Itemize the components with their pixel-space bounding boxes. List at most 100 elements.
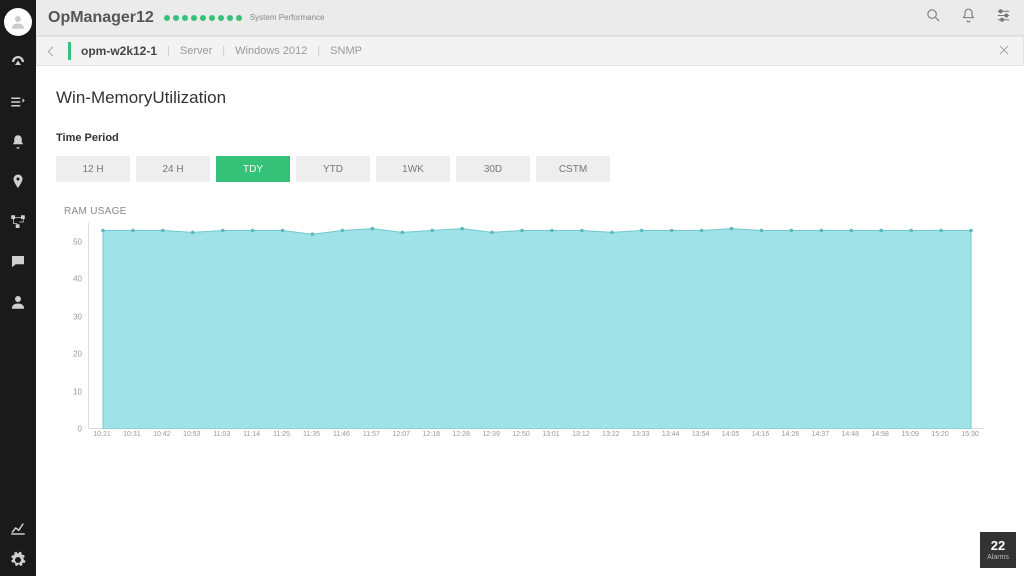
alarms-badge[interactable]: 22 Alarms bbox=[980, 532, 1016, 568]
header-subtitle: System Performance bbox=[250, 13, 325, 22]
x-tick: 11:35 bbox=[303, 431, 320, 438]
data-point bbox=[879, 229, 883, 233]
x-tick: 11:14 bbox=[243, 431, 260, 438]
page-title: Win-MemoryUtilization bbox=[56, 88, 1004, 108]
search-icon bbox=[925, 7, 942, 24]
data-point bbox=[490, 231, 494, 235]
breadcrumb-type: Server bbox=[180, 45, 212, 57]
period-btn-tdy[interactable]: TDY bbox=[216, 156, 290, 182]
top-header: OpManager12 System Performance bbox=[36, 0, 1024, 36]
period-btn-30d[interactable]: 30D bbox=[456, 156, 530, 182]
period-btn-12h[interactable]: 12 H bbox=[56, 156, 130, 182]
x-tick: 10:31 bbox=[123, 431, 141, 438]
area-chart-svg bbox=[89, 223, 985, 429]
nav-alerts[interactable] bbox=[0, 122, 36, 162]
data-point bbox=[251, 229, 255, 233]
alarms-label: Alarms bbox=[987, 554, 1009, 561]
x-tick: 10:21 bbox=[93, 431, 111, 438]
notifications-button[interactable] bbox=[960, 7, 977, 29]
x-tick: 11:57 bbox=[363, 431, 380, 438]
y-tick: 40 bbox=[73, 275, 82, 284]
data-point bbox=[430, 229, 434, 233]
x-tick: 13:22 bbox=[602, 431, 620, 438]
bell-icon bbox=[960, 7, 977, 24]
x-tick: 12:18 bbox=[422, 431, 440, 438]
nav-user[interactable] bbox=[0, 282, 36, 322]
data-point bbox=[371, 227, 375, 231]
data-point bbox=[281, 229, 285, 233]
nav-reports[interactable] bbox=[0, 512, 36, 544]
period-btn-ytd[interactable]: YTD bbox=[296, 156, 370, 182]
data-point bbox=[939, 229, 943, 233]
x-tick: 10:42 bbox=[153, 431, 171, 438]
data-point bbox=[610, 231, 614, 235]
chart-line-icon bbox=[9, 519, 27, 537]
close-icon bbox=[997, 43, 1011, 57]
user-icon bbox=[9, 293, 27, 311]
x-tick: 12:39 bbox=[482, 431, 500, 438]
data-point bbox=[969, 229, 973, 233]
x-tick: 15:30 bbox=[961, 431, 979, 438]
chat-icon bbox=[9, 253, 27, 271]
period-selector: 12 H24 HTDYYTD1WK30DCSTM bbox=[56, 156, 1004, 182]
x-tick: 13:44 bbox=[662, 431, 680, 438]
status-bar bbox=[68, 42, 71, 60]
breadcrumb: opm-w2k12-1 | Server | Windows 2012 | SN… bbox=[36, 36, 1024, 66]
nav-list[interactable] bbox=[0, 82, 36, 122]
workflow-icon bbox=[9, 213, 27, 231]
gear-icon bbox=[9, 551, 27, 569]
data-point bbox=[909, 229, 913, 233]
y-tick: 10 bbox=[73, 387, 82, 396]
period-btn-24h[interactable]: 24 H bbox=[136, 156, 210, 182]
x-tick: 12:50 bbox=[512, 431, 530, 438]
alarms-count: 22 bbox=[991, 539, 1005, 552]
x-tick: 10:53 bbox=[183, 431, 201, 438]
product-name: OpManager12 bbox=[48, 9, 154, 27]
y-tick: 30 bbox=[73, 312, 82, 321]
bell-alert-icon bbox=[9, 133, 27, 151]
data-point bbox=[460, 227, 464, 231]
data-point bbox=[849, 229, 853, 233]
x-tick: 14:48 bbox=[842, 431, 860, 438]
filter-button[interactable] bbox=[995, 7, 1012, 29]
x-tick: 14:58 bbox=[871, 431, 889, 438]
search-button[interactable] bbox=[925, 7, 942, 29]
back-button[interactable] bbox=[48, 46, 58, 56]
nav-map[interactable] bbox=[0, 162, 36, 202]
gauge-icon bbox=[9, 53, 27, 71]
nav-settings[interactable] bbox=[0, 544, 36, 576]
breadcrumb-host: opm-w2k12-1 bbox=[81, 44, 157, 58]
data-point bbox=[640, 229, 644, 233]
x-tick: 11:46 bbox=[333, 431, 350, 438]
nav-dashboard[interactable] bbox=[0, 42, 36, 82]
data-point bbox=[131, 229, 135, 233]
data-point bbox=[520, 229, 524, 233]
pin-icon bbox=[9, 173, 27, 191]
x-tick: 13:33 bbox=[632, 431, 650, 438]
x-tick: 11:03 bbox=[213, 431, 230, 438]
data-point bbox=[221, 229, 225, 233]
data-point bbox=[670, 229, 674, 233]
plot-area bbox=[88, 223, 984, 429]
avatar[interactable] bbox=[4, 8, 32, 36]
nav-chat[interactable] bbox=[0, 242, 36, 282]
x-tick: 15:09 bbox=[901, 431, 919, 438]
x-tick: 14:37 bbox=[812, 431, 830, 438]
breadcrumb-os: Windows 2012 bbox=[235, 45, 307, 57]
x-tick: 11:25 bbox=[273, 431, 290, 438]
x-tick: 14:16 bbox=[752, 431, 770, 438]
period-btn-1wk[interactable]: 1WK bbox=[376, 156, 450, 182]
left-sidebar bbox=[0, 0, 36, 576]
nav-workflow[interactable] bbox=[0, 202, 36, 242]
x-tick: 13:54 bbox=[692, 431, 710, 438]
breadcrumb-proto: SNMP bbox=[330, 45, 362, 57]
chart: 01020304050 10:2110:3110:4210:5311:0311:… bbox=[56, 223, 1016, 443]
data-point bbox=[730, 227, 734, 231]
chart-title: RAM USAGE bbox=[64, 206, 1004, 217]
close-button[interactable] bbox=[997, 43, 1011, 60]
period-btn-cstm[interactable]: CSTM bbox=[536, 156, 610, 182]
list-check-icon bbox=[9, 93, 27, 111]
y-axis: 01020304050 bbox=[56, 223, 86, 429]
period-label: Time Period bbox=[56, 132, 1004, 144]
x-axis: 10:21 10:31 10:42 10:53 11:03 11:14 11:25 11:35… bbox=[88, 431, 1016, 443]
